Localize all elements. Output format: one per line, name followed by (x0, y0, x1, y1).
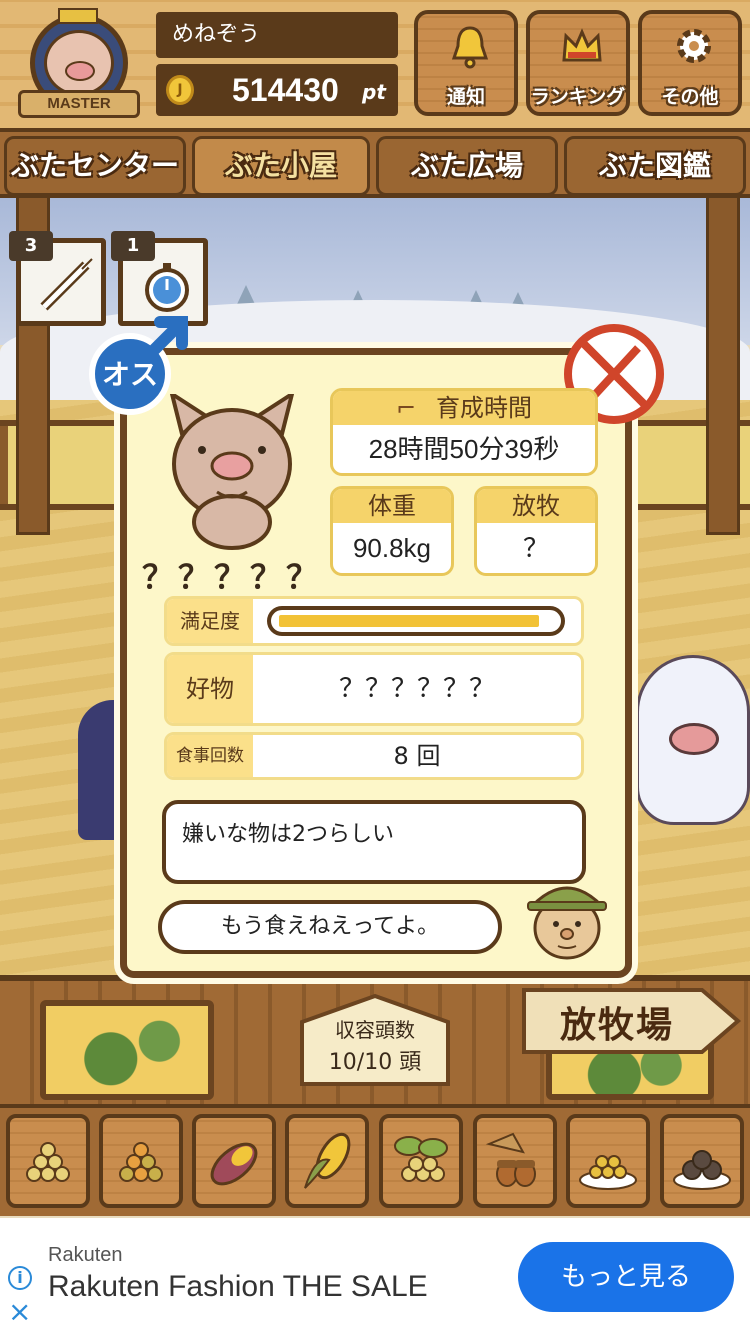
nav-tabs: ぶたセンター ぶた小屋 ぶた広場 ぶた図鑑 (0, 128, 750, 198)
feed-bar (0, 1104, 750, 1216)
grazing-value: ？ (522, 533, 549, 563)
favorite-value: ？？？？？？ (338, 674, 495, 704)
pig-name: ？？？？？ (142, 558, 323, 596)
weight-label: 体重 (333, 489, 451, 523)
pig-nose (65, 61, 95, 81)
crown-icon (562, 28, 602, 62)
raise-time-stat: ⌐ 育成時間 28時間50分39秒 (330, 388, 598, 476)
capacity-label: 収容頭数 (335, 1018, 415, 1042)
other-label: その他 (661, 86, 719, 108)
bell-icon (451, 26, 489, 69)
ad-close-icon[interactable]: × (8, 1298, 32, 1326)
points-display: J 514430 pt (156, 64, 398, 116)
stopwatch-item[interactable]: 1 (111, 231, 208, 326)
capacity-text: 収容頭数 10/10 頭 (298, 992, 452, 1088)
crown-icon (58, 8, 98, 24)
satisfaction-bar-fill (279, 615, 539, 627)
ad-cta-button[interactable]: もっと見る (518, 1242, 734, 1312)
ad-banner[interactable]: i × Rakuten Rakuten Fashion THE SALE もっと… (0, 1218, 750, 1334)
ranch-sign-label: 放牧場 (559, 1005, 674, 1046)
sweet-potato-icon (210, 1142, 258, 1186)
notification-button[interactable]: 通知 (414, 10, 518, 116)
raise-time-value: 28時間50分39秒 (368, 434, 560, 464)
feed-leafy-beans[interactable] (379, 1114, 463, 1208)
unicorn-pig-character[interactable] (636, 655, 750, 825)
mixed-beans-icon (119, 1142, 163, 1182)
meals-row: 食事回数 8 回 (164, 732, 584, 780)
points-unit: pt (362, 80, 386, 104)
weight-value: 90.8kg (352, 533, 432, 563)
feed-beans[interactable] (6, 1114, 90, 1208)
pine-screen-panel (40, 1000, 214, 1100)
capacity-value: 10/10 頭 (328, 1050, 422, 1075)
weight-stat: 体重 90.8kg (330, 486, 454, 576)
hint-bubble: 嫌いな物は2つらしい (162, 800, 586, 884)
favorite-row: 好物 ？？？？？？ (164, 652, 584, 726)
syringe-icon (40, 258, 93, 311)
hook-icon: ⌐ (395, 394, 417, 422)
meatball-plate-icon (673, 1150, 731, 1190)
feed-sweet-potato[interactable] (192, 1114, 276, 1208)
raise-time-header: ⌐ 育成時間 (333, 391, 595, 425)
rank-ribbon: MASTER (18, 90, 140, 118)
user-name: めねぞう (156, 12, 398, 58)
grazing-label: 放牧 (477, 489, 595, 523)
ranking-button[interactable]: ランキング (526, 10, 630, 116)
feed-mixed-beans[interactable] (99, 1114, 183, 1208)
satisfaction-row: 満足度 (164, 596, 584, 646)
points-value: 514430 (232, 72, 339, 108)
syringe-item[interactable]: 3 (9, 231, 106, 326)
notification-label: 通知 (446, 86, 485, 108)
pig-face-icon (44, 30, 114, 96)
favorite-label: 好物 (167, 655, 253, 723)
tab-buta-encyclopedia[interactable]: ぶた図鑑 (564, 136, 746, 196)
farmer-avatar (527, 886, 607, 960)
ranch-sign-button[interactable]: 放牧場 (522, 988, 742, 1054)
raise-time-label: 育成時間 (436, 394, 533, 422)
gender-label: オス (102, 358, 158, 391)
grazing-stat: 放牧 ？ (474, 486, 598, 576)
pig-portrait (169, 394, 295, 550)
tab-buta-center[interactable]: ぶたセンター (4, 136, 186, 196)
meals-value: 8 回 (393, 742, 441, 770)
feed-acorn[interactable] (473, 1114, 557, 1208)
rank-badge[interactable]: MASTER (18, 8, 140, 120)
corn-icon (304, 1132, 351, 1189)
beans-icon (26, 1142, 70, 1182)
ad-advertiser: Rakuten (48, 1244, 123, 1266)
hint-text: 嫌いな物は2つらしい (182, 822, 394, 847)
header-bar: MASTER めねぞう J 514430 pt 通知 ランキング その他 (0, 0, 750, 128)
farmer-speech-bubble: もう食えねえってよ。 (158, 900, 502, 954)
gear-icon (677, 29, 711, 63)
leafy-beans-icon (394, 1136, 448, 1182)
other-button[interactable]: その他 (638, 10, 742, 116)
coin-icon: J (166, 75, 194, 105)
satisfaction-label: 満足度 (167, 599, 253, 643)
ad-headline: Rakuten Fashion THE SALE (48, 1270, 428, 1303)
stopwatch-icon (145, 263, 189, 312)
fence-post (706, 195, 740, 535)
tab-buta-hut[interactable]: ぶた小屋 (192, 136, 370, 196)
feed-bean-plate[interactable] (566, 1114, 650, 1208)
farmer-speech-text: もう食えねえってよ。 (220, 914, 440, 939)
bean-plate-icon (579, 1155, 637, 1190)
pig-snout (669, 723, 719, 755)
feed-corn[interactable] (285, 1114, 369, 1208)
acorn-icon (485, 1132, 536, 1187)
ranking-label: ランキング (530, 86, 626, 108)
satisfaction-bar (267, 606, 565, 636)
ad-info-icon[interactable]: i (8, 1266, 32, 1290)
feed-meatball-plate[interactable] (660, 1114, 744, 1208)
tab-buta-plaza[interactable]: ぶた広場 (376, 136, 558, 196)
meals-label: 食事回数 (167, 735, 253, 777)
